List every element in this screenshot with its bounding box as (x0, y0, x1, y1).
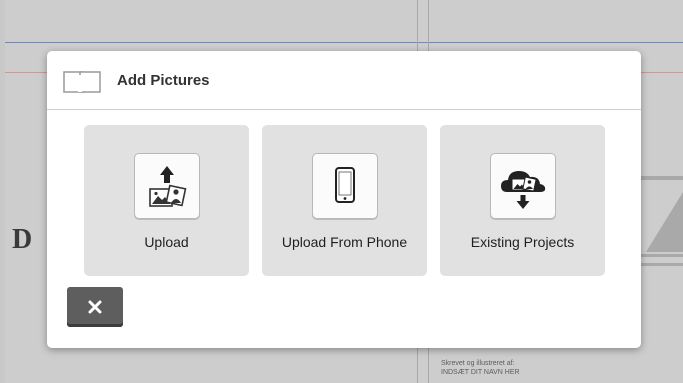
upload-from-phone-option[interactable]: Upload From Phone (262, 125, 427, 276)
existing-projects-label: Existing Projects (470, 234, 575, 250)
guide-line-blue (5, 42, 683, 43)
close-button[interactable] (67, 287, 123, 327)
credit-line-2: INDSÆT DIT NAVN HER (441, 369, 520, 376)
add-pictures-dialog: Add Pictures Upload Upload From Phone Ex… (47, 51, 641, 348)
phone-icon (311, 153, 378, 219)
credit-line-1: Skrevet og illustreret af: (441, 360, 515, 367)
upload-option[interactable]: Upload (84, 125, 249, 276)
dialog-title: Add Pictures (117, 72, 210, 89)
close-icon (88, 300, 102, 314)
pictures-icon (63, 70, 101, 94)
background-bar (640, 176, 683, 180)
mountain-placeholder-icon (646, 192, 683, 252)
existing-projects-option[interactable]: Existing Projects (440, 125, 605, 276)
background-credit: Skrevet og illustreret af: INDSÆT DIT NA… (441, 359, 520, 377)
cloud-download-icon (489, 153, 556, 219)
upload-label: Upload (144, 234, 189, 250)
background-letter: D (12, 224, 33, 255)
upload-from-phone-label: Upload From Phone (281, 234, 408, 250)
dialog-header: Add Pictures (47, 51, 641, 110)
upload-photos-icon (133, 153, 200, 219)
